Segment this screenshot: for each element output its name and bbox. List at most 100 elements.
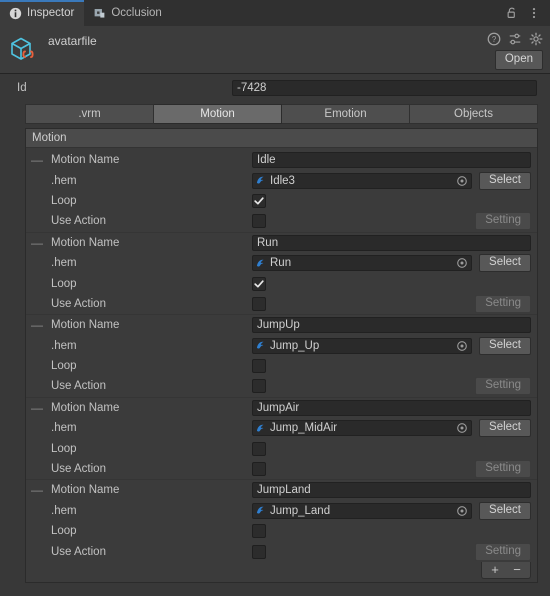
tab-motion[interactable]: Motion — [154, 104, 282, 124]
use-action-label: Use Action — [51, 297, 106, 310]
use-action-row: Use Action Setting — [26, 376, 537, 396]
loop-label: Loop — [51, 277, 77, 290]
hem-object-field[interactable]: Jump_Land — [252, 502, 473, 519]
tab-inspector-label: Inspector — [27, 7, 75, 19]
loop-checkbox[interactable] — [252, 359, 266, 374]
hem-object-field[interactable]: Jump_Up — [252, 337, 473, 354]
occlusion-icon — [94, 8, 105, 18]
object-picker-icon[interactable] — [456, 340, 468, 352]
loop-row: Loop — [26, 191, 537, 211]
loop-checkbox[interactable] — [252, 276, 266, 291]
use-action-label: Use Action — [51, 545, 106, 558]
window-tab-controls — [505, 0, 550, 26]
motion-name-row: — Motion Name JumpAir — [26, 398, 537, 418]
hem-row: .hem Run Select — [26, 253, 537, 273]
drag-handle-icon[interactable]: — — [30, 484, 44, 496]
remove-item-button[interactable]: − — [506, 562, 528, 577]
animation-clip-icon — [256, 176, 264, 184]
tab-occlusion[interactable]: Occlusion — [84, 0, 172, 26]
object-picker-icon[interactable] — [456, 505, 468, 517]
loop-row: Loop — [26, 273, 537, 293]
hem-label: .hem — [51, 504, 77, 517]
motion-name-input[interactable]: JumpUp — [252, 317, 531, 334]
window-tab-strip: Inspector Occlusion — [0, 0, 550, 26]
motion-list-item: — Motion Name Run .hem Run Select Loop Use Acti… — [26, 231, 537, 315]
setting-button[interactable]: Setting — [475, 460, 531, 479]
drag-handle-icon[interactable]: — — [30, 319, 44, 331]
asset-header-icons: ? — [487, 32, 543, 46]
drag-handle-icon[interactable]: — — [30, 154, 44, 166]
motion-list-item: — Motion Name Idle .hem Idle3 Select Loop Use A… — [26, 150, 537, 232]
asset-header: avatarfile ? Open — [0, 26, 550, 74]
hem-object-field[interactable]: Run — [252, 255, 473, 272]
hem-row: .hem Jump_Up Select — [26, 336, 537, 356]
motion-list: Motion — Motion Name Idle .hem Idle3 Select Lo… — [25, 128, 538, 583]
list-footer-buttons: + − — [481, 561, 531, 579]
use-action-checkbox[interactable] — [252, 379, 266, 394]
open-button[interactable]: Open — [494, 50, 543, 70]
select-button[interactable]: Select — [479, 419, 531, 438]
lock-icon[interactable] — [505, 6, 519, 20]
tab-objects[interactable]: Objects — [410, 104, 538, 124]
id-label: Id — [17, 82, 27, 94]
use-action-checkbox[interactable] — [252, 462, 266, 477]
hem-label: .hem — [51, 174, 77, 187]
motion-list-footer: + − — [26, 561, 537, 582]
use-action-row: Use Action Setting — [26, 541, 537, 561]
scriptable-object-icon — [11, 37, 34, 60]
animation-clip-icon — [256, 424, 264, 432]
motion-name-label: Motion Name — [51, 484, 120, 497]
select-button[interactable]: Select — [479, 336, 531, 355]
kebab-menu-icon[interactable] — [527, 6, 541, 20]
tab-emotion[interactable]: Emotion — [282, 104, 410, 124]
select-button[interactable]: Select — [479, 171, 531, 190]
motion-name-label: Motion Name — [51, 154, 120, 167]
animation-clip-icon — [256, 507, 264, 514]
setting-button[interactable]: Setting — [475, 542, 531, 561]
loop-row: Loop — [26, 356, 537, 376]
loop-checkbox[interactable] — [252, 441, 266, 456]
select-button[interactable]: Select — [479, 501, 531, 520]
drag-handle-icon[interactable]: — — [30, 237, 44, 249]
use-action-row: Use Action Setting — [26, 294, 537, 314]
hem-object-field[interactable]: Idle3 — [252, 172, 473, 189]
add-item-button[interactable]: + — [484, 562, 506, 577]
object-picker-icon[interactable] — [456, 175, 468, 187]
select-button[interactable]: Select — [479, 254, 531, 273]
setting-button[interactable]: Setting — [475, 294, 531, 313]
loop-row: Loop — [26, 438, 537, 458]
id-input[interactable]: -7428 — [232, 80, 537, 96]
drag-handle-icon[interactable]: — — [30, 402, 44, 414]
use-action-checkbox[interactable] — [252, 296, 266, 311]
inspector-window: Inspector Occlusion avatarfile ? Open Id… — [0, 0, 550, 596]
loop-checkbox[interactable] — [252, 524, 266, 539]
motion-name-input[interactable]: Run — [252, 234, 531, 251]
hem-object-name: Idle3 — [270, 174, 295, 187]
gear-icon[interactable] — [529, 32, 543, 46]
use-action-label: Use Action — [51, 463, 106, 476]
tab-vrm[interactable]: .vrm — [25, 104, 154, 124]
loop-label: Loop — [51, 442, 77, 455]
motion-list-header: Motion — [26, 129, 537, 148]
help-icon[interactable]: ? — [487, 32, 501, 46]
loop-label: Loop — [51, 525, 77, 538]
setting-button[interactable]: Setting — [475, 212, 531, 231]
tab-inspector[interactable]: Inspector — [0, 0, 85, 26]
use-action-checkbox[interactable] — [252, 214, 266, 229]
preset-icon[interactable] — [508, 32, 522, 46]
object-picker-icon[interactable] — [456, 422, 468, 434]
motion-name-row: — Motion Name JumpUp — [26, 315, 537, 335]
motion-name-label: Motion Name — [51, 401, 120, 414]
hem-object-field[interactable]: Jump_MidAir — [252, 420, 473, 437]
hem-object-name: Jump_MidAir — [270, 422, 338, 435]
loop-checkbox[interactable] — [252, 193, 266, 208]
hem-object-name: Jump_Up — [270, 339, 320, 352]
motion-name-input[interactable]: Idle — [252, 152, 531, 169]
motion-list-item: — Motion Name JumpLand .hem Jump_Land Select L… — [26, 479, 537, 562]
object-picker-icon[interactable] — [456, 257, 468, 269]
tab-strip-spacer — [171, 0, 505, 26]
use-action-checkbox[interactable] — [252, 544, 266, 559]
setting-button[interactable]: Setting — [475, 377, 531, 396]
motion-name-input[interactable]: JumpLand — [252, 482, 531, 499]
motion-name-input[interactable]: JumpAir — [252, 399, 531, 416]
